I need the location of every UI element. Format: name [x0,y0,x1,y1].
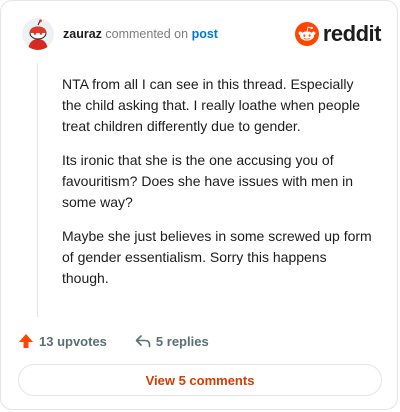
upvote-count: 13 upvotes [39,333,107,349]
reply-arrow-icon [135,335,151,348]
replies-button[interactable]: 5 replies [135,333,209,349]
username-link[interactable]: zauraz [63,27,102,41]
view-comments-button[interactable]: View 5 comments [18,364,382,396]
reply-count: 5 replies [155,333,209,349]
comment-paragraph: NTA from all I can see in this thread. E… [62,76,361,134]
reddit-wordmark: reddit [322,21,382,46]
comment-footer: 13 upvotes 5 replies [18,331,209,351]
comment-body: NTA from all I can see in this thread. E… [62,74,372,302]
comment-paragraph: Maybe she just believes in some screwed … [62,228,372,286]
reddit-logo[interactable]: reddit [294,21,382,46]
action-text: commented on [105,27,189,41]
post-link[interactable]: post [192,27,218,41]
avatar-snoo-icon [22,18,54,50]
thread-line [37,63,38,317]
comment-header: zauraz commented on post [63,27,218,41]
avatar[interactable] [22,18,54,50]
reddit-snoo-icon [294,22,319,46]
upvote-button[interactable]: 13 upvotes [18,333,107,349]
comment-paragraph: Its ironic that she is the one accusing … [62,152,354,210]
upvote-arrow-icon [19,334,33,348]
comment-card: zauraz commented on post reddit NTA from… [0,0,398,410]
